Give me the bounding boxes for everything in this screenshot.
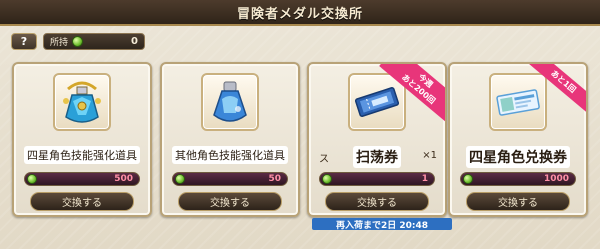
help-icon: ?: [20, 35, 28, 48]
title-bar: 冒険者メダル交換所: [0, 0, 600, 26]
medal-icon: [72, 36, 84, 47]
page-title: 冒険者メダル交換所: [236, 6, 363, 22]
medal-icon: [175, 174, 185, 184]
shop-item-card[interactable]: 今週 あと200回 ス 扫荡券 ×1 1 交換する: [307, 62, 447, 217]
item-name: 四星角色技能强化道具: [18, 146, 146, 164]
item-quantity: ×1: [422, 150, 437, 161]
item-name: 四星角色兑换券: [454, 146, 582, 168]
item-price: 500: [114, 174, 133, 184]
shop-item-card[interactable]: 四星角色技能强化道具 500 交換する: [12, 62, 152, 217]
ticket-icon: [354, 87, 400, 117]
medal-icon: [322, 174, 332, 184]
item-name: 其他角色技能强化道具: [166, 146, 294, 164]
exchange-button[interactable]: 交換する: [30, 192, 134, 211]
character-ticket-icon: [496, 89, 540, 116]
owned-label: 所持: [50, 38, 69, 48]
help-button[interactable]: ?: [11, 33, 37, 50]
item-price-bar: 1: [319, 172, 435, 186]
blue-potion-gold-icon: [63, 81, 101, 123]
shop-item-card[interactable]: あと1回 四星角色兑换券 1000 交換する: [448, 62, 588, 217]
restock-timer: 再入荷まで2日 20:48: [312, 218, 452, 231]
owned-value: 0: [131, 36, 138, 47]
owned-medals-bar: 所持 0: [43, 33, 145, 50]
item-icon-frame: [489, 73, 547, 131]
medal-icon: [463, 174, 473, 184]
blue-potion-icon: [213, 81, 247, 122]
exchange-button[interactable]: 交換する: [178, 192, 282, 211]
item-price: 1: [421, 174, 428, 184]
item-price: 1000: [543, 174, 569, 184]
exchange-button[interactable]: 交換する: [325, 192, 429, 211]
exchange-button[interactable]: 交換する: [466, 192, 570, 211]
shop-item-card[interactable]: 其他角色技能强化道具 50 交換する: [160, 62, 300, 217]
item-price-bar: 500: [24, 172, 140, 186]
item-price: 50: [268, 174, 281, 184]
item-icon-frame: [53, 73, 111, 131]
item-price-bar: 50: [172, 172, 288, 186]
medal-icon: [27, 174, 37, 184]
item-price-bar: 1000: [460, 172, 576, 186]
item-icon-frame: [201, 73, 259, 131]
